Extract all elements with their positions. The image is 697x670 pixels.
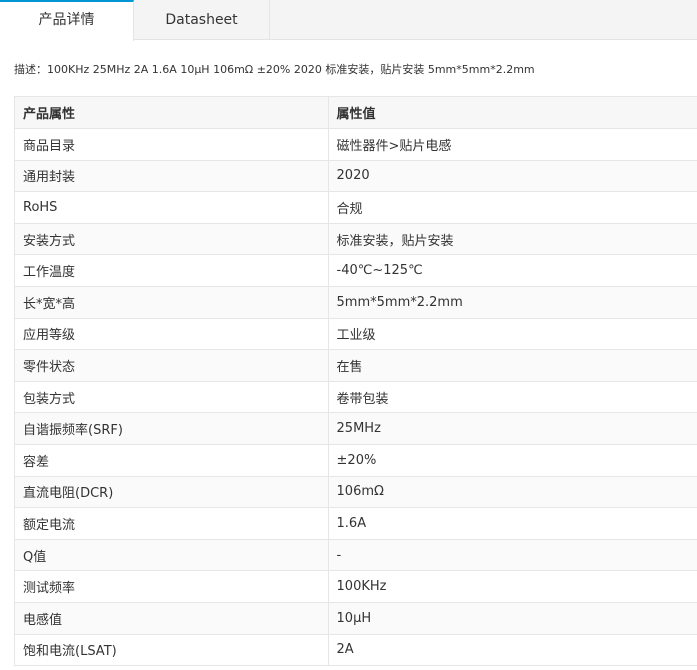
table-row: 测试频率 100KHz — [14, 570, 697, 603]
table-row: 容差 ±20% — [14, 443, 697, 477]
table-row: Q值 - — [14, 538, 697, 572]
table-row: 通用封装 2020 — [14, 159, 697, 193]
attribute-value-cell: 标准安装，贴片安装 — [327, 222, 697, 256]
attribute-value-cell: 100KHz — [327, 570, 697, 603]
table-row: RoHS 合规 — [14, 191, 697, 224]
attribute-value-cell: 106mΩ — [327, 475, 697, 509]
attribute-name-cell: 工作温度 — [14, 254, 329, 287]
attribute-name-cell: 安装方式 — [14, 222, 329, 256]
attribute-value-cell: 2A — [327, 633, 697, 667]
attribute-value-cell: 1.6A — [327, 507, 697, 540]
attribute-value-cell: 磁性器件>贴片电感 — [327, 128, 697, 161]
attribute-name-cell: 测试频率 — [14, 570, 329, 603]
table-row: 饱和电流(LSAT) 2A — [14, 633, 697, 667]
table-header-row: 产品属性 属性值 — [14, 96, 697, 129]
attribute-value-cell: -40℃~125℃ — [327, 254, 697, 287]
tab-bar: 产品详情 Datasheet — [0, 0, 697, 41]
attribute-name-cell: Q值 — [14, 538, 329, 572]
table-row: 工作温度 -40℃~125℃ — [14, 254, 697, 287]
table-row: 电感值 10μH — [14, 601, 697, 635]
attribute-name-cell: 商品目录 — [14, 128, 329, 161]
attribute-value-cell: 工业级 — [327, 317, 697, 351]
attribute-value-cell: 2020 — [327, 159, 697, 193]
table-row: 零件状态 在售 — [14, 349, 697, 382]
table-row: 额定电流 1.6A — [14, 507, 697, 540]
table-row: 直流电阻(DCR) 106mΩ — [14, 475, 697, 509]
header-value: 属性值 — [327, 96, 697, 129]
product-description: 描述：100KHz 25MHz 2A 1.6A 10μH 106mΩ ±20% … — [14, 63, 535, 76]
attribute-name-cell: 自谐振频率(SRF) — [14, 412, 329, 445]
table-row: 长*宽*高 5mm*5mm*2.2mm — [14, 285, 697, 319]
table-row: 商品目录 磁性器件>贴片电感 — [14, 128, 697, 161]
attribute-name-cell: 包装方式 — [14, 380, 329, 414]
header-attribute: 产品属性 — [14, 96, 329, 129]
attribute-value-cell: 10μH — [327, 601, 697, 635]
attribute-name-cell: 饱和电流(LSAT) — [14, 633, 329, 667]
attribute-value-cell: ±20% — [327, 443, 697, 477]
attribute-value-cell: 在售 — [327, 349, 697, 382]
attribute-name-cell: 应用等级 — [14, 317, 329, 351]
attribute-value-cell: 合规 — [327, 191, 697, 224]
attribute-name-cell: 通用封装 — [14, 159, 329, 193]
spec-table: 产品属性 属性值 商品目录 磁性器件>贴片电感 通用封装 2020 RoHS 合规 安装方式… — [14, 96, 697, 667]
attribute-name-cell: 额定电流 — [14, 507, 329, 540]
table-row: 自谐振频率(SRF) 25MHz — [14, 412, 697, 445]
attribute-name-cell: RoHS — [14, 191, 329, 224]
table-row: 包装方式 卷带包装 — [14, 380, 697, 414]
attribute-value-cell: 25MHz — [327, 412, 697, 445]
tab-datasheet[interactable]: Datasheet — [134, 0, 270, 40]
tab-product-details[interactable]: 产品详情 — [0, 0, 134, 41]
table-row: 安装方式 标准安装，贴片安装 — [14, 222, 697, 256]
attribute-name-cell: 电感值 — [14, 601, 329, 635]
attribute-name-cell: 直流电阻(DCR) — [14, 475, 329, 509]
attribute-value-cell: - — [327, 538, 697, 572]
attribute-name-cell: 容差 — [14, 443, 329, 477]
attribute-name-cell: 长*宽*高 — [14, 285, 329, 319]
table-row: 应用等级 工业级 — [14, 317, 697, 351]
attribute-value-cell: 卷带包装 — [327, 380, 697, 414]
attribute-name-cell: 零件状态 — [14, 349, 329, 382]
attribute-value-cell: 5mm*5mm*2.2mm — [327, 285, 697, 319]
